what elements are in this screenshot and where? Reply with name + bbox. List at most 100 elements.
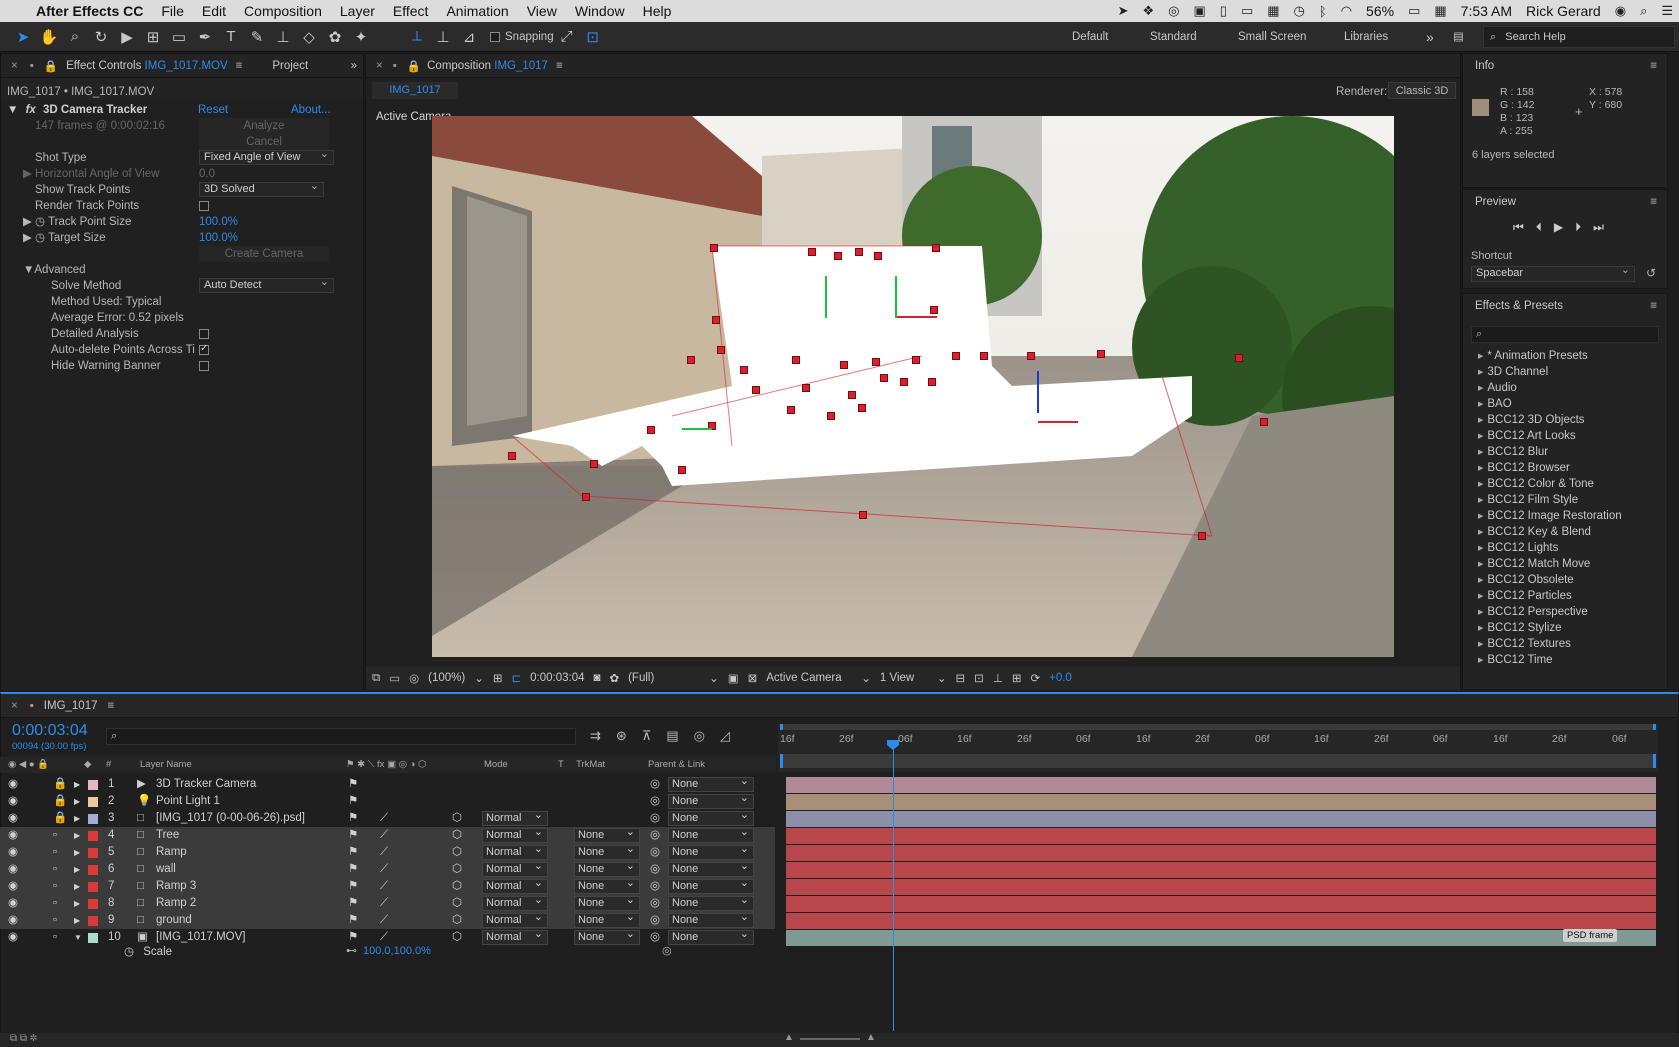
disclosure-icon[interactable]: ▶ — [74, 912, 80, 929]
label-color[interactable] — [88, 831, 98, 841]
layer-row[interactable]: ◉ ▫ ▶ 8 □ Ramp 2 ⚑ ⟋ ⬡ Normal None ◎ None — [0, 894, 775, 912]
layer-duration-bar[interactable] — [786, 862, 1656, 878]
shortcut-dropdown[interactable]: Spacebar — [1471, 264, 1635, 282]
resolution-dropdown[interactable]: (Full) — [628, 672, 700, 684]
trkmat-dropdown[interactable]: None — [574, 911, 640, 928]
layer-row[interactable]: ◉ 🔒 ▶ 3 □ [IMG_1017 (0-00-06-26).psd] ⚑ ⟋ ⬡ Norma… — [0, 809, 775, 827]
battery-percent[interactable]: 56% — [1366, 3, 1394, 19]
label-color[interactable] — [88, 848, 98, 858]
3d-layer-icon[interactable]: ⬡ — [452, 810, 462, 827]
quality-switch-icon[interactable]: ⟋ — [380, 844, 388, 861]
zoom-tool-icon[interactable]: ⌕ — [62, 26, 88, 48]
preset-item[interactable]: BCC12 3D Objects — [1465, 412, 1665, 428]
search-help-field[interactable]: ⌕ Search Help — [1483, 26, 1675, 48]
fit-icon[interactable]: ⊞ — [493, 671, 503, 685]
mode-dropdown[interactable]: Normal — [482, 928, 548, 945]
hide-warning-checkbox[interactable] — [199, 361, 209, 371]
flowchart-icon[interactable]: ⊥ — [993, 671, 1003, 685]
trkmat-dropdown[interactable]: None — [574, 877, 640, 894]
clone-stamp-tool-icon[interactable]: ⊥ — [270, 26, 296, 48]
tab-composition[interactable]: Composition IMG_1017 — [427, 60, 548, 72]
pen-tool-icon[interactable]: ✒ — [192, 26, 218, 48]
layer-name[interactable]: Ramp 3 — [156, 878, 196, 895]
preset-item[interactable]: BCC12 Lights — [1465, 540, 1665, 556]
menu-file[interactable]: File — [152, 3, 193, 19]
shy-switch-icon[interactable]: ⚑ — [348, 878, 358, 895]
solve-method-dropdown[interactable]: Auto Detect — [199, 276, 334, 293]
visibility-header-icon[interactable]: ◉ ◀ ● 🔒 — [8, 757, 49, 773]
preset-item[interactable]: BCC12 Particles — [1465, 588, 1665, 604]
shy-switch-icon[interactable]: ⚑ — [348, 844, 358, 861]
pickwhip-icon[interactable]: ◎ — [650, 793, 660, 810]
switches-header-icon[interactable]: ⚑ ✱ ⟍ fx ▣ ◎ ◑ ⬡ — [346, 757, 426, 773]
trkmat-dropdown[interactable]: None — [574, 894, 640, 911]
world-axis-icon[interactable]: ⊥ — [430, 26, 456, 48]
exposure-icon[interactable]: ⟳ — [1030, 671, 1040, 685]
parent-dropdown[interactable]: None — [668, 843, 754, 860]
screen-icon[interactable]: ▭ — [1241, 3, 1253, 19]
col-trkmat[interactable]: TrkMat — [576, 757, 605, 773]
comp-viewer[interactable] — [432, 116, 1394, 657]
layer-duration-bar[interactable] — [786, 930, 1656, 946]
lock-icon[interactable]: ▫ — [53, 844, 57, 861]
link-icon[interactable]: ⊷ — [346, 944, 357, 957]
label-color[interactable] — [88, 933, 98, 943]
menu-help[interactable]: Help — [634, 3, 681, 19]
effects-presets-title[interactable]: Effects & Presets — [1475, 300, 1563, 312]
pickwhip-icon[interactable]: ◎ — [650, 878, 660, 895]
shot-type-dropdown[interactable]: Fixed Angle of View — [199, 148, 334, 165]
close-icon[interactable]: × — [376, 60, 383, 72]
lock-icon[interactable]: ▫ — [53, 929, 57, 946]
channel-icon[interactable]: ✿ — [609, 671, 619, 685]
layer-duration-bar[interactable] — [786, 896, 1656, 912]
expand-icon[interactable]: ⧉ ⧉ ✲ — [10, 1033, 37, 1044]
preset-item[interactable]: BCC12 Browser — [1465, 460, 1665, 476]
info-title[interactable]: Info — [1475, 60, 1494, 72]
preview-title[interactable]: Preview — [1475, 196, 1516, 208]
chevron-down-icon[interactable]: ⌄ — [861, 671, 871, 685]
layer-row[interactable]: ◉ ▫ ▶ 6 □ wall ⚑ ⟋ ⬡ Normal None ◎ None — [0, 860, 775, 878]
snap-options-icon[interactable]: ⤢ — [554, 26, 580, 48]
effect-header[interactable]: ▼ fx 3D Camera Tracker — [7, 102, 147, 118]
mode-dropdown[interactable]: Normal — [482, 877, 548, 894]
shy-switch-icon[interactable]: ⚑ — [348, 912, 358, 929]
cc-icon[interactable]: ◎ — [1168, 3, 1179, 19]
tab-effect-controls[interactable]: Effect Controls IMG_1017.MOV — [66, 60, 228, 72]
close-icon[interactable]: × — [11, 700, 18, 712]
lock-icon[interactable]: ▪ — [30, 60, 34, 72]
preset-item[interactable]: BCC12 Textures — [1465, 636, 1665, 652]
menu-composition[interactable]: Composition — [235, 3, 331, 19]
parent-dropdown[interactable]: None — [668, 911, 754, 928]
label-color[interactable] — [88, 814, 98, 824]
quality-switch-icon[interactable]: ⟋ — [380, 861, 388, 878]
roto-brush-tool-icon[interactable]: ✿ — [322, 26, 348, 48]
pan-behind-tool-icon[interactable]: ⊞ — [140, 26, 166, 48]
local-axis-icon[interactable]: ⟂ — [404, 26, 430, 48]
preset-item[interactable]: BCC12 Time — [1465, 652, 1665, 668]
pickwhip-icon[interactable]: ◎ — [650, 844, 660, 861]
bear-icon[interactable]: ▣ — [1193, 3, 1205, 19]
track-size-value[interactable]: 100.0% — [199, 214, 238, 230]
timeline-search-input[interactable]: ⌕ — [106, 728, 576, 745]
quality-switch-icon[interactable]: ⟋ — [380, 878, 388, 895]
eye-icon[interactable]: ◉ — [8, 929, 18, 946]
panel-menu-icon[interactable]: ≡ — [1650, 300, 1657, 312]
preset-item[interactable]: BCC12 Perspective — [1465, 604, 1665, 620]
label-color[interactable] — [88, 882, 98, 892]
disclosure-icon[interactable]: ▶ — [74, 895, 80, 912]
lock-icon[interactable]: ▫ — [53, 878, 57, 895]
location-icon[interactable]: ➤ — [1118, 3, 1129, 19]
snapping-checkbox[interactable] — [490, 31, 500, 42]
layer-row[interactable]: ◉ 🔒 ▶ 2 💡 Point Light 1 ⚑ ◎ None — [0, 792, 775, 810]
layer-duration-bar[interactable] — [786, 913, 1656, 929]
playhead[interactable] — [893, 741, 894, 1031]
3d-layer-icon[interactable]: ⬡ — [452, 912, 462, 929]
create-camera-button[interactable]: Create Camera — [199, 246, 329, 262]
chevron-down-icon[interactable]: ⌄ — [937, 671, 947, 685]
lock-icon[interactable]: 🔒 — [53, 810, 67, 827]
zoom-slider[interactable] — [800, 1038, 860, 1040]
disclosure-icon[interactable]: ▶ — [74, 827, 80, 844]
parent-dropdown[interactable]: None — [668, 792, 754, 809]
fx-icon[interactable]: fx — [26, 104, 36, 116]
hangle-value[interactable]: 0.0 — [199, 166, 215, 182]
